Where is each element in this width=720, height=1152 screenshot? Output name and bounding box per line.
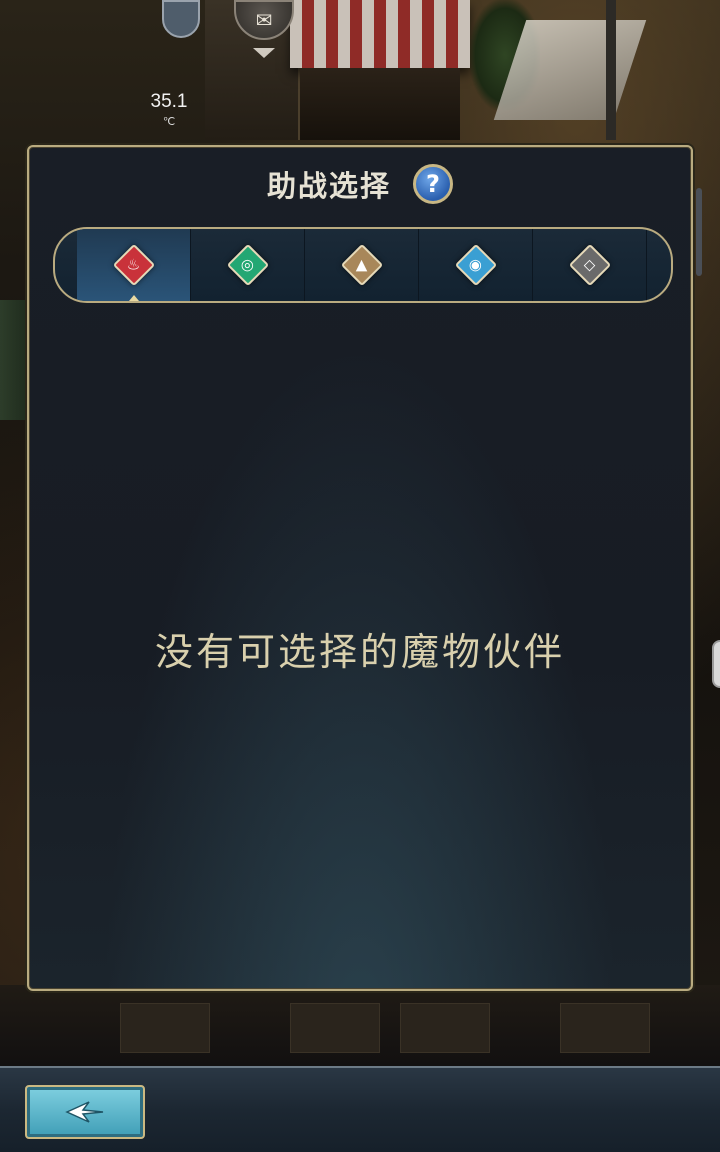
shop-awning [290, 0, 470, 68]
map-location-pin[interactable]: ✉ [232, 0, 296, 58]
temperature-readout: 35.1 ℃ [146, 91, 192, 128]
earth-element-icon: ▲ [340, 243, 383, 287]
location-pin-icon: ✉ [234, 0, 294, 40]
water-element-icon: ◉ [454, 243, 497, 287]
shopfront [300, 68, 460, 140]
element-tab-4[interactable]: ◉ [419, 229, 533, 301]
chevron-down-icon [253, 48, 275, 58]
temperature-unit: ℃ [162, 116, 176, 128]
back-button[interactable] [25, 1085, 145, 1139]
panel-header: 助战选择 ? [29, 147, 691, 221]
element-tab-1[interactable]: ♨ [77, 229, 191, 301]
element-tab-2[interactable]: ◎ [191, 229, 305, 301]
element-tab-5[interactable]: ◇ [533, 229, 647, 301]
element-tab-3[interactable]: ▲ [305, 229, 419, 301]
fire-element-icon: ♨ [112, 243, 155, 287]
wind-element-icon: ◎ [226, 243, 269, 287]
temperature-value: 35.1 [150, 91, 188, 112]
element-tab-bar: ♨ ◎ ▲ ◉ ◇ [53, 227, 673, 303]
support-selection-panel: 助战选择 ? ♨ ◎ ▲ ◉ ◇ 没有可选择的魔物伙伴 [27, 145, 693, 991]
empty-message: 没有可选择的魔物伙伴 [154, 630, 565, 674]
back-arrow-icon [65, 1101, 104, 1123]
question-icon: ? [426, 170, 440, 198]
neutral-element-icon: ◇ [568, 243, 611, 287]
weather-icon[interactable] [162, 0, 200, 38]
left-wall [0, 300, 30, 420]
lamp-post [606, 0, 616, 140]
lower-street [0, 985, 720, 1066]
panel-title: 助战选择 [266, 169, 391, 203]
help-button[interactable]: ? [413, 164, 453, 204]
scrollbar[interactable] [696, 188, 702, 276]
side-menu-icon[interactable] [712, 640, 720, 688]
